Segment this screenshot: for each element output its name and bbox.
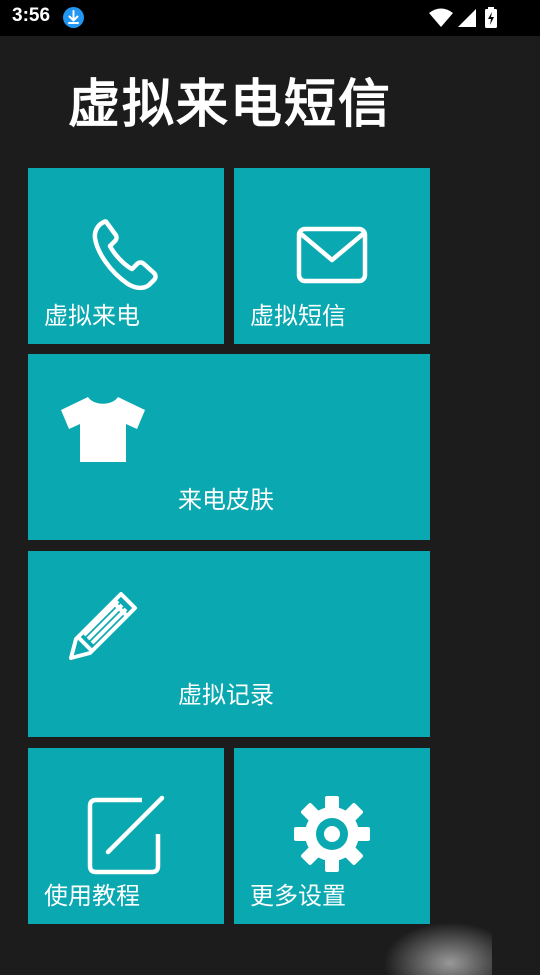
more-settings-tile[interactable]: 更多设置 xyxy=(234,748,430,924)
envelope-icon xyxy=(296,226,368,284)
fake-sms-tile[interactable]: 虚拟短信 xyxy=(234,168,430,344)
call-skin-tile[interactable]: 来电皮肤 xyxy=(28,354,430,540)
phone-icon xyxy=(90,218,160,292)
tile-label: 更多设置 xyxy=(250,882,346,910)
tile-label: 虚拟来电 xyxy=(44,302,140,330)
status-time: 3:56 xyxy=(12,5,51,26)
tile-label: 虚拟短信 xyxy=(250,302,346,330)
gesture-hint xyxy=(372,915,492,975)
fake-call-tile[interactable]: 虚拟来电 xyxy=(28,168,224,344)
download-icon xyxy=(63,7,84,28)
tshirt-icon xyxy=(58,394,148,464)
edit-square-icon xyxy=(86,794,168,878)
wifi-icon xyxy=(428,7,454,29)
tile-label: 来电皮肤 xyxy=(178,486,274,514)
tile-label: 虚拟记录 xyxy=(178,681,274,709)
app-title: 虚拟来电短信 xyxy=(68,75,393,135)
fake-record-tile[interactable]: 虚拟记录 xyxy=(28,551,430,737)
battery-charging-icon xyxy=(484,7,498,29)
gear-icon xyxy=(292,794,372,874)
status-bar: 3:56 xyxy=(0,0,540,36)
tutorial-tile[interactable]: 使用教程 xyxy=(28,748,224,924)
tile-label: 使用教程 xyxy=(44,882,140,910)
pencil-icon xyxy=(66,589,140,663)
signal-icon xyxy=(456,7,478,29)
